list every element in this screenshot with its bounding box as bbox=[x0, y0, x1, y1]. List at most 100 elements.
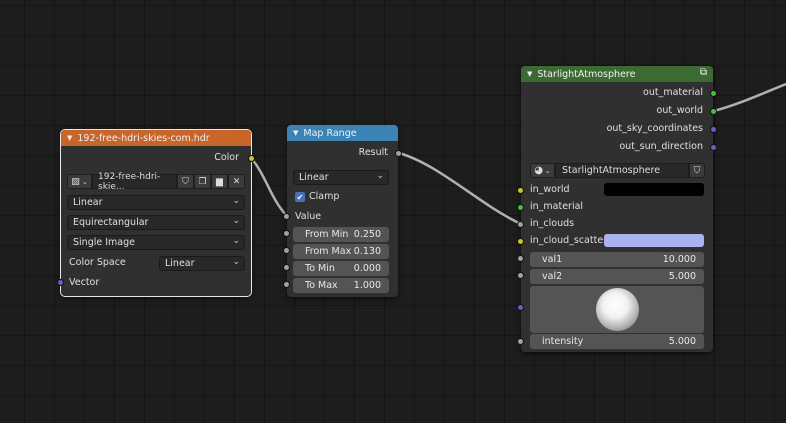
normal-sphere[interactable] bbox=[596, 288, 639, 331]
clamp-checkbox[interactable]: ✔ bbox=[295, 192, 305, 202]
val1-field[interactable]: val1 10.000 bbox=[530, 252, 704, 267]
chevron-down-icon: ⌄ bbox=[232, 257, 240, 267]
in-cloud-scatter-label: in_cloud_scatter bbox=[530, 235, 608, 246]
to-min-field[interactable]: To Min 0.000 bbox=[293, 261, 389, 276]
image-node-header[interactable]: ▼ 192-free-hdri-skies-com.hdr bbox=[61, 130, 251, 146]
from-max-value: 0.130 bbox=[353, 246, 381, 257]
out-world-socket[interactable] bbox=[710, 108, 717, 115]
intensity-field[interactable]: intensity 5.000 bbox=[530, 334, 704, 349]
source-value: Single Image bbox=[73, 237, 135, 248]
to-max-socket[interactable] bbox=[283, 281, 290, 288]
group-node-title: StarlightAtmosphere bbox=[537, 68, 636, 80]
collapse-icon[interactable]: ▼ bbox=[293, 129, 298, 137]
image-selector[interactable]: ▨ ⌄ 192-free-hdri-skie... ⛉ ❐ ▆ ✕ bbox=[67, 171, 245, 192]
out-sun-direction-socket[interactable] bbox=[710, 144, 717, 151]
interpolation-dropdown[interactable]: Linear ⌄ bbox=[67, 195, 245, 210]
link-map-range-result-to-in-clouds bbox=[398, 151, 522, 226]
in-world-socket[interactable] bbox=[517, 187, 524, 194]
normal-sphere-widget[interactable] bbox=[530, 286, 704, 333]
val2-field[interactable]: val2 5.000 bbox=[530, 269, 704, 284]
from-max-socket[interactable] bbox=[283, 247, 290, 254]
in-clouds-socket[interactable] bbox=[517, 221, 524, 228]
in-clouds-label: in_clouds bbox=[530, 218, 575, 229]
color-output-label: Color bbox=[214, 152, 239, 163]
collapse-icon[interactable]: ▼ bbox=[67, 134, 72, 142]
map-range-interpolation-dropdown[interactable]: Linear ⌄ bbox=[293, 170, 389, 185]
in-cloud-scatter-color-swatch[interactable] bbox=[604, 234, 704, 247]
group-fake-user-button[interactable]: ⛉ bbox=[689, 163, 705, 178]
map-range-node[interactable]: ▼ Map Range Result Linear ⌄ ✔ Clamp Valu… bbox=[283, 125, 402, 297]
to-max-field[interactable]: To Max 1.000 bbox=[293, 278, 389, 293]
image-icon: ▨ bbox=[71, 176, 80, 187]
image-browse-button[interactable]: ▨ ⌄ bbox=[67, 174, 92, 189]
projection-dropdown[interactable]: Equirectangular ⌄ bbox=[67, 215, 245, 230]
value-input-label: Value bbox=[295, 211, 322, 222]
map-range-header[interactable]: ▼ Map Range bbox=[287, 125, 398, 141]
chevron-down-icon: ⌄ bbox=[81, 177, 88, 186]
to-min-socket[interactable] bbox=[283, 264, 290, 271]
image-node-title: 192-free-hdri-skies-com.hdr bbox=[77, 132, 210, 144]
result-output-socket[interactable] bbox=[395, 150, 402, 157]
from-max-label: From Max bbox=[305, 246, 352, 257]
group-node-header[interactable]: ▼ StarlightAtmosphere ⧉ bbox=[521, 66, 713, 82]
map-range-title: Map Range bbox=[303, 127, 357, 139]
group-browse-button[interactable]: ◕ ⌄ bbox=[530, 163, 555, 178]
image-name: 192-free-hdri-skie... bbox=[98, 171, 161, 192]
chevron-down-icon: ⌄ bbox=[232, 196, 240, 206]
close-icon: ✕ bbox=[232, 176, 241, 187]
val2-label: val2 bbox=[542, 271, 563, 282]
to-max-value: 1.000 bbox=[353, 280, 381, 291]
unlink-button[interactable]: ✕ bbox=[228, 174, 245, 189]
group-selector[interactable]: ◕ ⌄ StarlightAtmosphere ⛉ bbox=[530, 163, 705, 178]
value-input-socket[interactable] bbox=[283, 213, 290, 220]
intensity-label: intensity bbox=[542, 336, 584, 347]
in-world-label: in_world bbox=[530, 184, 570, 195]
starlight-atmosphere-node[interactable]: ▼ StarlightAtmosphere ⧉ out_material out… bbox=[517, 66, 717, 352]
fake-user-button[interactable]: ⛉ bbox=[177, 174, 194, 189]
color-space-label: Color Space bbox=[69, 257, 126, 268]
from-min-socket[interactable] bbox=[283, 230, 290, 237]
open-file-button[interactable]: ▆ bbox=[211, 174, 228, 189]
image-texture-node[interactable]: ▼ 192-free-hdri-skies-com.hdr Color ▨ ⌄ 1… bbox=[57, 129, 255, 297]
chevron-down-icon: ⌄ bbox=[232, 236, 240, 246]
image-name-field[interactable]: 192-free-hdri-skie... bbox=[92, 171, 177, 192]
from-min-value: 0.250 bbox=[353, 229, 381, 240]
in-cloud-scatter-socket[interactable] bbox=[517, 238, 524, 245]
vector-input-label: Vector bbox=[69, 277, 100, 288]
node-tree-icon: ◕ bbox=[534, 165, 543, 176]
to-min-value: 0.000 bbox=[353, 263, 381, 274]
val2-socket[interactable] bbox=[517, 272, 524, 279]
link-image-color-to-map-range-value bbox=[250, 157, 288, 217]
out-sky-coordinates-socket[interactable] bbox=[710, 126, 717, 133]
intensity-socket[interactable] bbox=[517, 338, 524, 345]
duplicate-button[interactable]: ❐ bbox=[194, 174, 211, 189]
group-name-field[interactable]: StarlightAtmosphere bbox=[555, 163, 689, 178]
checkmark-icon: ✔ bbox=[296, 192, 304, 202]
map-range-interpolation-value: Linear bbox=[299, 172, 329, 183]
vector-input-socket[interactable] bbox=[57, 279, 64, 286]
from-max-field[interactable]: From Max 0.130 bbox=[293, 244, 389, 259]
collapse-icon[interactable]: ▼ bbox=[527, 70, 532, 78]
chevron-down-icon: ⌄ bbox=[544, 166, 551, 175]
in-world-color-swatch[interactable] bbox=[604, 183, 704, 196]
intensity-value: 5.000 bbox=[668, 336, 696, 347]
val1-label: val1 bbox=[542, 254, 563, 265]
chevron-down-icon: ⌄ bbox=[232, 216, 240, 226]
source-dropdown[interactable]: Single Image ⌄ bbox=[67, 235, 245, 250]
shield-icon: ⛉ bbox=[182, 176, 189, 187]
out-material-label: out_material bbox=[643, 87, 703, 98]
color-output-socket[interactable] bbox=[248, 155, 255, 162]
from-min-label: From Min bbox=[305, 229, 349, 240]
in-material-socket[interactable] bbox=[517, 204, 524, 211]
from-min-field[interactable]: From Min 0.250 bbox=[293, 227, 389, 242]
to-max-label: To Max bbox=[305, 280, 338, 291]
clamp-label: Clamp bbox=[309, 191, 340, 202]
in-material-label: in_material bbox=[530, 201, 584, 212]
duplicate-icon: ❐ bbox=[198, 176, 207, 187]
node-group-icon[interactable]: ⧉ bbox=[700, 67, 707, 78]
color-space-dropdown[interactable]: Linear ⌄ bbox=[159, 256, 245, 271]
out-world-label: out_world bbox=[656, 105, 703, 116]
val1-socket[interactable] bbox=[517, 255, 524, 262]
out-material-socket[interactable] bbox=[710, 90, 717, 97]
normal-input-socket[interactable] bbox=[517, 304, 524, 311]
